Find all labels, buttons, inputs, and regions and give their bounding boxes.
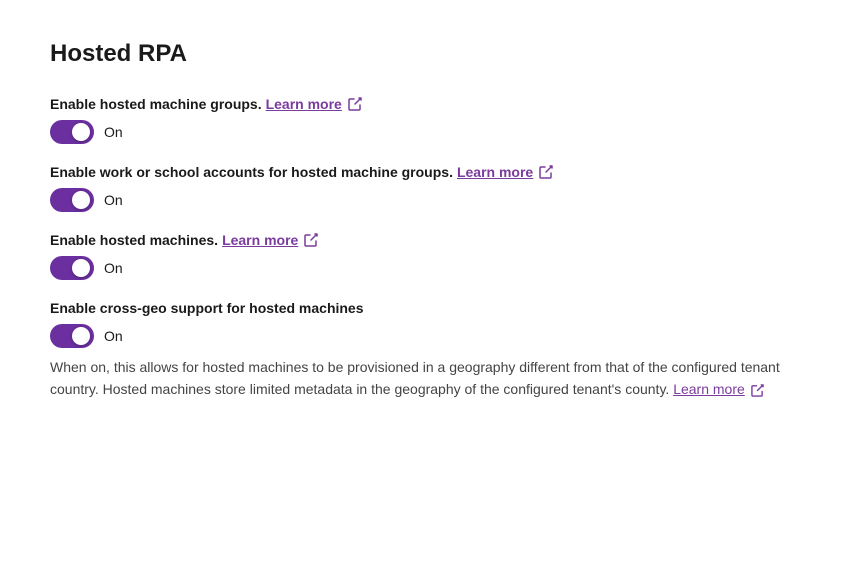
setting-label-4: Enable cross-geo support for hosted mach… <box>50 300 364 316</box>
external-link-icon-1 <box>348 97 362 111</box>
toggle-label-4: On <box>104 328 123 344</box>
toggle-thumb-2 <box>72 191 90 209</box>
learn-more-link-4[interactable]: Learn more <box>673 381 745 397</box>
learn-more-link-1[interactable]: Learn more <box>266 96 342 112</box>
toggle-label-2: On <box>104 192 123 208</box>
external-link-icon-2 <box>539 165 553 179</box>
toggle-track-1 <box>50 120 94 144</box>
toggle-track-3 <box>50 256 94 280</box>
learn-more-link-2[interactable]: Learn more <box>457 164 533 180</box>
toggle-label-1: On <box>104 124 123 140</box>
toggle-track-4 <box>50 324 94 348</box>
toggle-cross-geo-support[interactable] <box>50 324 94 348</box>
setting-label-2: Enable work or school accounts for hoste… <box>50 164 453 180</box>
setting-label-row-3: Enable hosted machines. Learn more <box>50 232 800 248</box>
toggle-thumb-1 <box>72 123 90 141</box>
toggle-work-school-accounts[interactable] <box>50 188 94 212</box>
page-title: Hosted RPA <box>50 40 800 68</box>
toggle-hosted-machines[interactable] <box>50 256 94 280</box>
toggle-track-2 <box>50 188 94 212</box>
setting-label-row-1: Enable hosted machine groups. Learn more <box>50 96 800 112</box>
setting-label-row-4: Enable cross-geo support for hosted mach… <box>50 300 800 316</box>
toggle-thumb-3 <box>72 259 90 277</box>
external-link-icon-3 <box>304 233 318 247</box>
toggle-row-3: On <box>50 256 800 280</box>
cross-geo-description: When on, this allows for hosted machines… <box>50 356 800 401</box>
external-link-icon-4 <box>751 384 764 397</box>
toggle-row-2: On <box>50 188 800 212</box>
setting-label-row-2: Enable work or school accounts for hoste… <box>50 164 800 180</box>
toggle-row-1: On <box>50 120 800 144</box>
setting-cross-geo-support: Enable cross-geo support for hosted mach… <box>50 300 800 401</box>
setting-label-3: Enable hosted machines. <box>50 232 218 248</box>
setting-hosted-machine-groups: Enable hosted machine groups. Learn more… <box>50 96 800 144</box>
toggle-row-4: On <box>50 324 800 348</box>
toggle-label-3: On <box>104 260 123 276</box>
description-text-content: When on, this allows for hosted machines… <box>50 359 780 397</box>
learn-more-link-3[interactable]: Learn more <box>222 232 298 248</box>
toggle-thumb-4 <box>72 327 90 345</box>
setting-hosted-machines: Enable hosted machines. Learn more On <box>50 232 800 280</box>
setting-work-school-accounts: Enable work or school accounts for hoste… <box>50 164 800 212</box>
toggle-hosted-machine-groups[interactable] <box>50 120 94 144</box>
setting-label-1: Enable hosted machine groups. <box>50 96 262 112</box>
